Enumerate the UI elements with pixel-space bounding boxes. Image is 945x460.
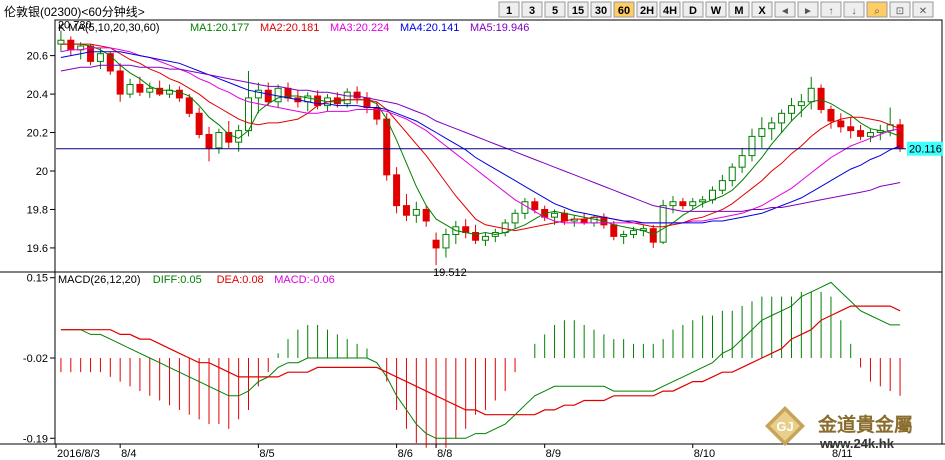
timeframe-label: 2H: [640, 5, 654, 17]
zoom-in-icon: ↑: [829, 6, 834, 17]
timeframe-label: M: [734, 5, 743, 17]
timeframe-button-W[interactable]: W: [705, 1, 727, 18]
timeframe-button-1[interactable]: 1: [498, 1, 520, 18]
zoom-out-button[interactable]: ↓: [843, 1, 865, 18]
timeframe-button-X[interactable]: X: [751, 1, 773, 18]
search-icon: ⌕: [874, 6, 880, 17]
timeframe-label: 30: [595, 5, 607, 17]
macd-legend-item: MACD:-0.06: [274, 274, 335, 286]
zoom-out-icon: ↓: [852, 6, 857, 17]
logo-url: www.24k.hk: [819, 436, 895, 451]
date-label: 8/10: [694, 448, 715, 460]
macd-tick-label: -0.19: [23, 433, 48, 445]
timeframe-label: 4H: [663, 5, 677, 17]
ma-legend-item: MA4:20.141: [400, 22, 459, 34]
timeframe-button-30[interactable]: 30: [590, 1, 612, 18]
date-label: 8/6: [398, 448, 413, 460]
arrow-right-icon: ►: [803, 6, 813, 17]
arrow-left-button[interactable]: ◄: [774, 1, 796, 18]
price-tick-label: 19.6: [27, 243, 48, 255]
price-tick-label: 19.8: [27, 204, 48, 216]
ma-legend-item: MA2:20.181: [260, 22, 319, 34]
date-label: 8/8: [437, 448, 452, 460]
timeframe-button-2H[interactable]: 2H: [636, 1, 658, 18]
timeframe-label: W: [711, 5, 722, 17]
low-price-label: 19.512: [433, 267, 467, 279]
timeframe-button-15[interactable]: 15: [567, 1, 589, 18]
date-label: 8/5: [259, 448, 274, 460]
ma-legend-item: MA3:20.224: [330, 22, 389, 34]
timeframe-button-D[interactable]: D: [682, 1, 704, 18]
macd-legend-item: DEA:0.08: [217, 274, 264, 286]
timeframe-label: X: [758, 5, 766, 17]
macd-legend-item: MACD(26,12,20): [58, 274, 141, 286]
current-price-label: 20.116: [909, 144, 942, 156]
zoom-reset-button[interactable]: ⊡: [889, 1, 911, 18]
price-tick-label: 20.6: [27, 51, 48, 63]
timeframe-label: 3: [529, 5, 535, 17]
ma-legend-item: MA1:20.177: [190, 22, 249, 34]
high-price-label: 20.730: [58, 20, 92, 32]
macd-tick-label: 0.15: [27, 273, 48, 285]
date-label: 2016/8/3: [57, 448, 100, 460]
macd-tick-label: -0.02: [23, 353, 48, 365]
date-label: 8/9: [546, 448, 561, 460]
timeframe-button-60[interactable]: 60: [613, 1, 635, 18]
price-tick-label: 20.4: [27, 89, 48, 101]
logo-name: 金道貴金屬: [817, 413, 913, 436]
chart-title: 伦敦银(02300)<60分钟线>: [4, 4, 145, 19]
arrow-right-button[interactable]: ►: [797, 1, 819, 18]
cross-icon: ✕: [919, 6, 927, 17]
cross-button[interactable]: ✕: [912, 1, 934, 18]
macd-legend-item: DIFF:0.05: [153, 274, 202, 286]
price-tick-label: 20.2: [27, 128, 48, 140]
ma-legend-item: MA5:19.946: [470, 22, 529, 34]
date-label: 8/4: [121, 448, 136, 460]
timeframe-button-3[interactable]: 3: [521, 1, 543, 18]
search-button[interactable]: ⌕: [866, 1, 888, 18]
timeframe-toolbar: 1 3 5 15 30 60 2H 4H D W M X ◄ ► ↑ ↓ ⌕ ⊡ ✕: [498, 1, 934, 18]
kline-chart[interactable]: 伦敦银(02300)<60分钟线> 1 3 5 15 30 60 2H 4H D W M X ◄ ► ↑ ↓ ⌕…: [0, 0, 945, 460]
timeframe-label: D: [689, 5, 697, 17]
timeframe-label: 60: [618, 5, 630, 17]
timeframe-button-5[interactable]: 5: [544, 1, 566, 18]
timeframe-button-M[interactable]: M: [728, 1, 750, 18]
timeframe-label: 5: [552, 5, 558, 17]
zoom-reset-icon: ⊡: [896, 6, 904, 17]
zoom-in-button[interactable]: ↑: [820, 1, 842, 18]
candle[interactable]: [659, 199, 667, 245]
timeframe-button-4H[interactable]: 4H: [659, 1, 681, 18]
svg-text:GJ: GJ: [776, 419, 793, 434]
candle[interactable]: [817, 84, 825, 114]
timeframe-label: 15: [572, 5, 584, 17]
price-tick-label: 20: [36, 166, 48, 178]
arrow-left-icon: ◄: [780, 6, 790, 17]
timeframe-label: 1: [506, 5, 512, 17]
